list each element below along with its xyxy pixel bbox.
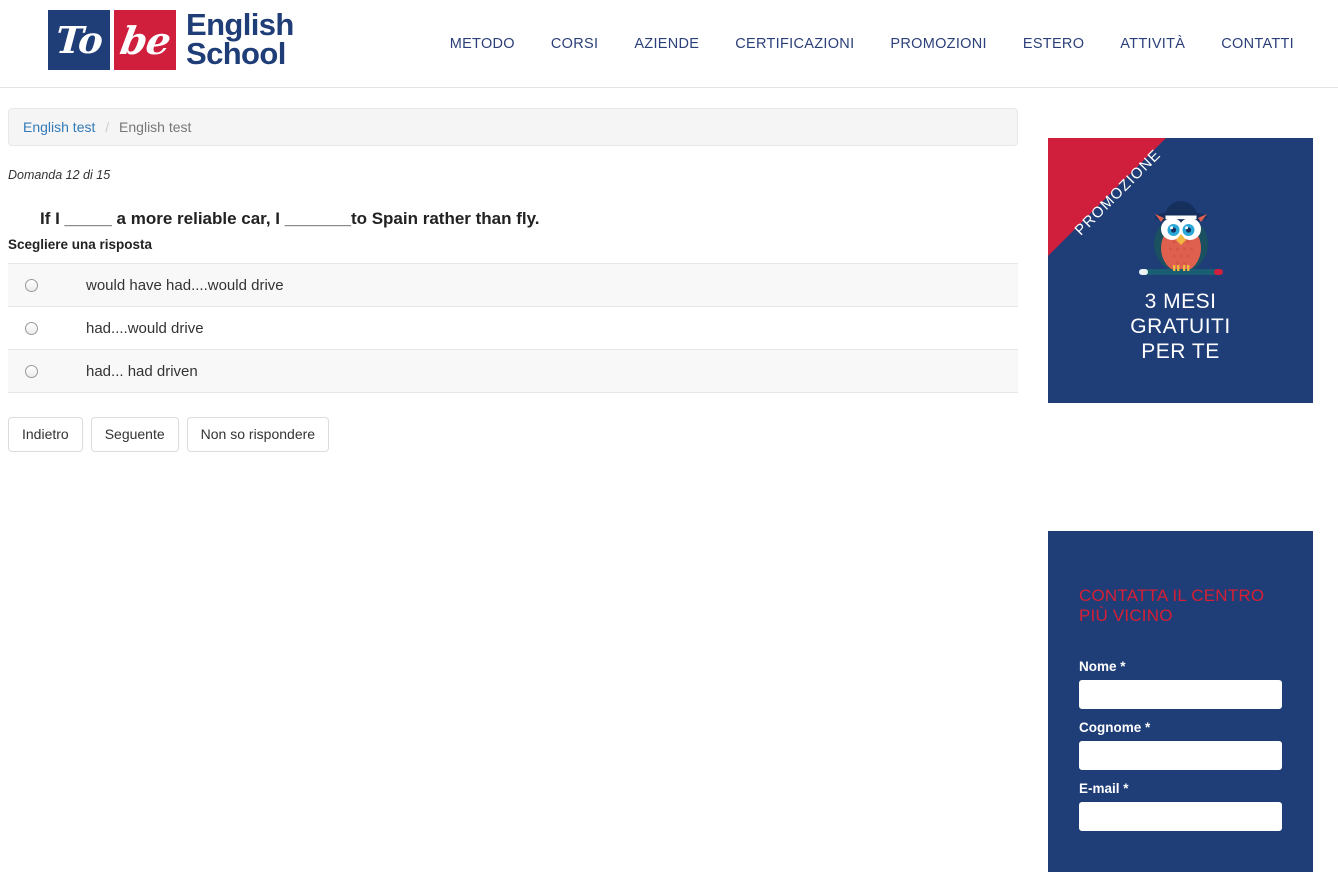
breadcrumb-current-page: English test	[119, 119, 192, 135]
nav-item-estero[interactable]: ESTERO	[1005, 36, 1102, 52]
logo-text-to: To	[54, 18, 104, 62]
promotion-line-1: 3 MESI	[1144, 290, 1217, 313]
nav-item-corsi[interactable]: CORSI	[533, 36, 616, 52]
logo-square-be: be	[114, 10, 176, 70]
nav-item-certificazioni[interactable]: CERTIFICAZIONI	[717, 36, 872, 52]
cognome-input[interactable]	[1079, 741, 1282, 771]
answer-list: would have had....would drive had....wou…	[8, 263, 1018, 394]
contact-form-title: CONTATTA IL CENTRO PIÙ VICINO	[1079, 586, 1265, 625]
question-progress: Domanda 12 di 15	[8, 168, 111, 182]
answer-label-1: would have had....would drive	[86, 276, 284, 294]
breadcrumb-separator: /	[105, 119, 110, 135]
answer-label-3: had... had driven	[86, 362, 198, 380]
label-cognome: Cognome *	[1079, 720, 1151, 736]
contact-form-card: CONTATTA IL CENTRO PIÙ VICINO Nome * Cog…	[1048, 531, 1313, 872]
radio-button-3[interactable]	[25, 364, 38, 378]
back-button[interactable]: Indietro	[8, 417, 83, 453]
promotion-text: 3 MESI GRATUITI PER TE	[1048, 290, 1313, 364]
answer-option-2[interactable]: had....would drive	[8, 307, 1018, 351]
nav-item-promozioni[interactable]: PROMOZIONI	[872, 36, 1004, 52]
site-logo[interactable]: To be English School	[48, 9, 294, 71]
sidebar-column: PROMOZIONE 3 MESI GRATUITI PER TE CONTAT…	[1048, 138, 1313, 872]
label-email: E-mail *	[1079, 781, 1129, 797]
site-header: To be English School METODO CORSI AZIEND…	[0, 0, 1338, 88]
radio-button-1[interactable]	[25, 278, 38, 292]
main-content-column: English test / English test Domanda 12 d…	[8, 108, 1018, 453]
email-input[interactable]	[1079, 802, 1282, 832]
quiz-button-group: Indietro Seguente Non so rispondere	[8, 417, 1018, 453]
question-text: If I _____ a more reliable car, I ______…	[40, 209, 540, 228]
nav-item-attivita[interactable]: ATTIVITÀ	[1102, 36, 1203, 52]
next-button[interactable]: Seguente	[90, 417, 179, 453]
owl-with-hat-icon	[1048, 196, 1313, 288]
label-nome: Nome *	[1079, 659, 1126, 675]
radio-button-2[interactable]	[25, 321, 38, 335]
breadcrumb: English test / English test	[8, 108, 1018, 146]
answer-option-1[interactable]: would have had....would drive	[8, 264, 1018, 308]
promotion-line-3: PER TE	[1141, 339, 1220, 363]
nav-item-contatti[interactable]: CONTATTI	[1203, 36, 1312, 52]
logo-wordmark: English School	[186, 9, 294, 71]
nome-input[interactable]	[1079, 680, 1282, 710]
owl-illustration-svg	[1138, 201, 1223, 275]
logo-text-be: be	[116, 17, 174, 63]
logo-word-school: School	[186, 36, 286, 71]
skip-button[interactable]: Non so rispondere	[186, 417, 330, 453]
breadcrumb-link-english-test[interactable]: English test	[23, 119, 95, 135]
promotion-banner[interactable]: PROMOZIONE 3 MESI GRATUITI PER TE	[1048, 138, 1313, 403]
nav-item-aziende[interactable]: AZIENDE	[616, 36, 717, 52]
answer-label-2: had....would drive	[86, 319, 204, 337]
logo-square-to: To	[48, 10, 110, 70]
promotion-line-2: GRATUITI	[1130, 314, 1231, 338]
nav-item-metodo[interactable]: METODO	[432, 36, 533, 52]
main-navigation: METODO CORSI AZIENDE CERTIFICAZIONI PROM…	[432, 0, 1312, 88]
answer-option-3[interactable]: had... had driven	[8, 350, 1018, 394]
answer-instruction: Scegliere una risposta	[8, 237, 153, 253]
